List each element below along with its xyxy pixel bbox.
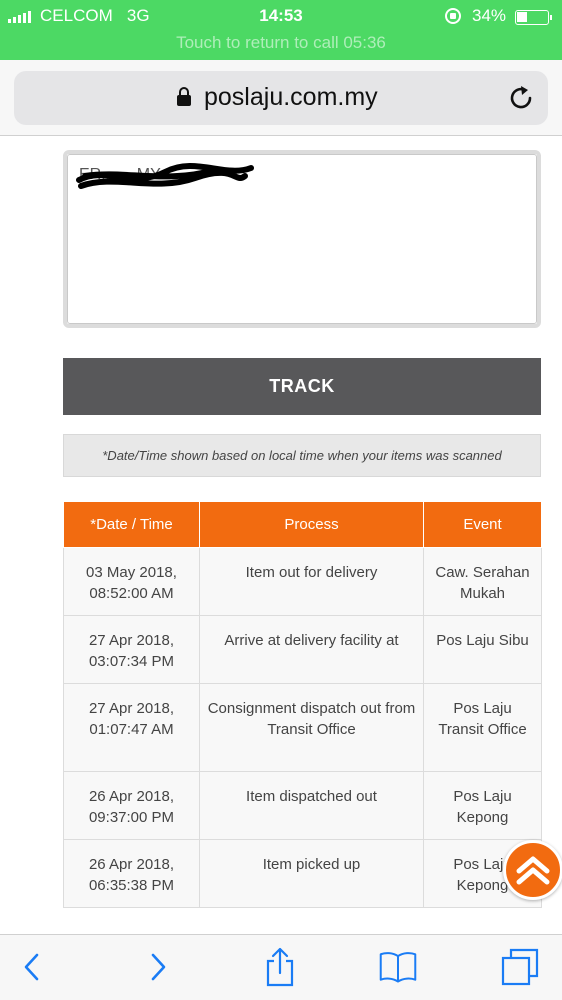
return-to-call-banner[interactable]: Touch to return to call 05:36: [0, 33, 562, 53]
table-row: 27 Apr 2018, 01:07:47 AM Consignment disp…: [63, 683, 542, 772]
table-header-row: *Date / Time Process Event: [63, 501, 542, 548]
forward-button[interactable]: [138, 947, 178, 987]
chevron-left-icon: [24, 953, 39, 981]
table-row: 27 Apr 2018, 03:07:34 PM Arrive at delive…: [63, 615, 542, 684]
status-bar: CELCOM 3G 14:53 34% Touch to return to c…: [0, 0, 562, 60]
column-header-date: *Date / Time: [63, 501, 200, 548]
column-header-process: Process: [199, 501, 424, 548]
battery-icon: [515, 10, 552, 25]
column-header-event: Event: [423, 501, 542, 548]
track-button[interactable]: TRACK: [63, 358, 541, 415]
table-row: 26 Apr 2018, 06:35:38 PM Item picked up P…: [63, 839, 542, 908]
orientation-lock-icon: [445, 8, 461, 24]
back-button[interactable]: [12, 947, 52, 987]
tracking-table: *Date / Time Process Event 03 May 2018, 0…: [63, 501, 542, 908]
lock-icon: [177, 87, 191, 107]
event-cell: Pos Laju Transit Office: [423, 683, 542, 772]
event-cell: Pos Laju Kepong: [423, 771, 542, 840]
url-text: poslaju.com.my: [204, 83, 378, 111]
tracking-number-input[interactable]: ER........MY: [63, 150, 541, 328]
browser-address-area: poslaju.com.my: [0, 60, 562, 136]
chevron-right-icon: [151, 953, 166, 981]
process-cell: Consignment dispatch out from Transit Of…: [199, 683, 424, 772]
browser-toolbar: [0, 934, 562, 1000]
reload-icon[interactable]: [506, 83, 536, 113]
event-cell: Pos Laju Sibu: [423, 615, 542, 684]
tabs-button[interactable]: [500, 947, 540, 987]
date-cell: 27 Apr 2018, 03:07:34 PM: [63, 615, 200, 684]
bookmarks-button[interactable]: [378, 947, 418, 987]
table-row: 03 May 2018, 08:52:00 AM Item out for del…: [63, 547, 542, 616]
process-cell: Arrive at delivery facility at: [199, 615, 424, 684]
book-icon: [379, 952, 417, 983]
process-cell: Item out for delivery: [199, 547, 424, 616]
date-cell: 26 Apr 2018, 06:35:38 PM: [63, 839, 200, 908]
process-cell: Item picked up: [199, 839, 424, 908]
scroll-to-top-button[interactable]: [503, 840, 562, 900]
table-row: 26 Apr 2018, 09:37:00 PM Item dispatched …: [63, 771, 542, 840]
battery-percent: 34%: [472, 6, 507, 25]
tabs-icon: [501, 948, 539, 986]
redaction-scribble: [76, 162, 254, 189]
event-cell: Caw. Serahan Mukah: [423, 547, 542, 616]
date-cell: 26 Apr 2018, 09:37:00 PM: [63, 771, 200, 840]
process-cell: Item dispatched out: [199, 771, 424, 840]
timezone-note: *Date/Time shown based on local time whe…: [63, 434, 541, 477]
date-cell: 27 Apr 2018, 01:07:47 AM: [63, 683, 200, 772]
chevron-up-icon: [516, 856, 550, 885]
share-button[interactable]: [260, 947, 300, 987]
date-cell: 03 May 2018, 08:52:00 AM: [63, 547, 200, 616]
share-icon: [266, 947, 294, 987]
address-bar[interactable]: poslaju.com.my: [14, 71, 548, 125]
